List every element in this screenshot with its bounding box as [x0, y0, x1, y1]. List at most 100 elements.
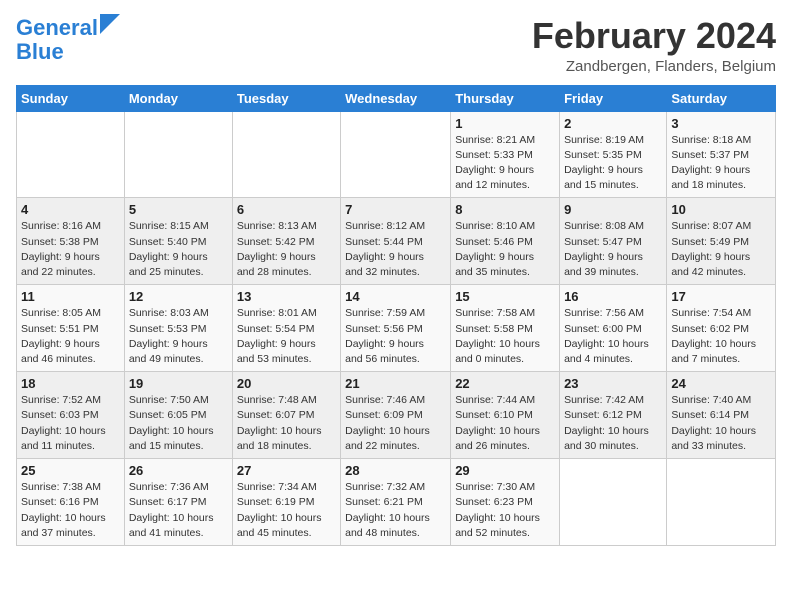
day-info: Sunrise: 7:46 AM Sunset: 6:09 PM Dayligh…: [345, 393, 446, 454]
day-info: Sunrise: 8:01 AM Sunset: 5:54 PM Dayligh…: [237, 306, 336, 367]
day-number: 10: [671, 202, 771, 217]
day-number: 26: [129, 463, 228, 478]
calendar-day-cell: [341, 111, 451, 198]
calendar-week-row: 18 Sunrise: 7:52 AM Sunset: 6:03 PM Dayli…: [17, 372, 776, 459]
day-info: Sunrise: 7:42 AM Sunset: 6:12 PM Dayligh…: [564, 393, 662, 454]
calendar-day-cell: 5 Sunrise: 8:15 AM Sunset: 5:40 PM Daylig…: [124, 198, 232, 285]
calendar-day-cell: 23 Sunrise: 7:42 AM Sunset: 6:12 PM Dayli…: [560, 372, 667, 459]
day-info: Sunrise: 7:48 AM Sunset: 6:07 PM Dayligh…: [237, 393, 336, 454]
calendar-day-cell: 20 Sunrise: 7:48 AM Sunset: 6:07 PM Dayli…: [232, 372, 340, 459]
calendar-day-cell: 12 Sunrise: 8:03 AM Sunset: 5:53 PM Dayli…: [124, 285, 232, 372]
day-number: 3: [671, 116, 771, 131]
calendar-day-cell: 25 Sunrise: 7:38 AM Sunset: 6:16 PM Dayli…: [17, 459, 125, 546]
day-info: Sunrise: 7:58 AM Sunset: 5:58 PM Dayligh…: [455, 306, 555, 367]
day-number: 12: [129, 289, 228, 304]
day-info: Sunrise: 8:08 AM Sunset: 5:47 PM Dayligh…: [564, 219, 662, 280]
month-title: February 2024: [532, 16, 776, 56]
calendar-day-cell: 26 Sunrise: 7:36 AM Sunset: 6:17 PM Dayli…: [124, 459, 232, 546]
day-info: Sunrise: 8:07 AM Sunset: 5:49 PM Dayligh…: [671, 219, 771, 280]
calendar-day-cell: 22 Sunrise: 7:44 AM Sunset: 6:10 PM Dayli…: [451, 372, 560, 459]
day-number: 2: [564, 116, 662, 131]
title-area: February 2024 Zandbergen, Flanders, Belg…: [532, 16, 776, 75]
day-of-week-header: Sunday: [17, 85, 125, 111]
calendar-day-cell: [124, 111, 232, 198]
calendar-day-cell: 18 Sunrise: 7:52 AM Sunset: 6:03 PM Dayli…: [17, 372, 125, 459]
day-of-week-header: Tuesday: [232, 85, 340, 111]
day-number: 21: [345, 376, 446, 391]
day-info: Sunrise: 8:05 AM Sunset: 5:51 PM Dayligh…: [21, 306, 120, 367]
day-info: Sunrise: 7:52 AM Sunset: 6:03 PM Dayligh…: [21, 393, 120, 454]
day-number: 6: [237, 202, 336, 217]
day-number: 24: [671, 376, 771, 391]
day-number: 11: [21, 289, 120, 304]
day-number: 8: [455, 202, 555, 217]
day-info: Sunrise: 8:13 AM Sunset: 5:42 PM Dayligh…: [237, 219, 336, 280]
day-info: Sunrise: 7:38 AM Sunset: 6:16 PM Dayligh…: [21, 480, 120, 541]
day-number: 9: [564, 202, 662, 217]
calendar-day-cell: 3 Sunrise: 8:18 AM Sunset: 5:37 PM Daylig…: [667, 111, 776, 198]
calendar-day-cell: [17, 111, 125, 198]
calendar: SundayMondayTuesdayWednesdayThursdayFrid…: [16, 85, 776, 546]
calendar-day-cell: 27 Sunrise: 7:34 AM Sunset: 6:19 PM Dayli…: [232, 459, 340, 546]
calendar-day-cell: 9 Sunrise: 8:08 AM Sunset: 5:47 PM Daylig…: [560, 198, 667, 285]
calendar-day-cell: 7 Sunrise: 8:12 AM Sunset: 5:44 PM Daylig…: [341, 198, 451, 285]
day-info: Sunrise: 7:36 AM Sunset: 6:17 PM Dayligh…: [129, 480, 228, 541]
calendar-day-cell: 2 Sunrise: 8:19 AM Sunset: 5:35 PM Daylig…: [560, 111, 667, 198]
day-info: Sunrise: 8:12 AM Sunset: 5:44 PM Dayligh…: [345, 219, 446, 280]
day-info: Sunrise: 7:54 AM Sunset: 6:02 PM Dayligh…: [671, 306, 771, 367]
day-number: 18: [21, 376, 120, 391]
logo: General Blue: [16, 16, 120, 64]
day-number: 16: [564, 289, 662, 304]
day-number: 5: [129, 202, 228, 217]
day-info: Sunrise: 8:18 AM Sunset: 5:37 PM Dayligh…: [671, 133, 771, 194]
page: General Blue February 2024 Zandbergen, F…: [0, 0, 792, 556]
day-info: Sunrise: 8:21 AM Sunset: 5:33 PM Dayligh…: [455, 133, 555, 194]
day-of-week-header: Thursday: [451, 85, 560, 111]
calendar-day-cell: 6 Sunrise: 8:13 AM Sunset: 5:42 PM Daylig…: [232, 198, 340, 285]
calendar-day-cell: 16 Sunrise: 7:56 AM Sunset: 6:00 PM Dayli…: [560, 285, 667, 372]
day-number: 1: [455, 116, 555, 131]
calendar-day-cell: 1 Sunrise: 8:21 AM Sunset: 5:33 PM Daylig…: [451, 111, 560, 198]
day-number: 15: [455, 289, 555, 304]
day-number: 4: [21, 202, 120, 217]
day-info: Sunrise: 7:56 AM Sunset: 6:00 PM Dayligh…: [564, 306, 662, 367]
day-number: 27: [237, 463, 336, 478]
day-info: Sunrise: 8:19 AM Sunset: 5:35 PM Dayligh…: [564, 133, 662, 194]
calendar-day-cell: [560, 459, 667, 546]
day-number: 17: [671, 289, 771, 304]
calendar-week-row: 25 Sunrise: 7:38 AM Sunset: 6:16 PM Dayli…: [17, 459, 776, 546]
day-of-week-header: Wednesday: [341, 85, 451, 111]
logo-arrow-icon: [100, 14, 120, 34]
calendar-day-cell: 4 Sunrise: 8:16 AM Sunset: 5:38 PM Daylig…: [17, 198, 125, 285]
day-number: 14: [345, 289, 446, 304]
calendar-day-cell: 19 Sunrise: 7:50 AM Sunset: 6:05 PM Dayli…: [124, 372, 232, 459]
logo-text: General: [16, 16, 98, 40]
logo-blue-text: Blue: [16, 40, 64, 64]
day-number: 23: [564, 376, 662, 391]
day-info: Sunrise: 7:50 AM Sunset: 6:05 PM Dayligh…: [129, 393, 228, 454]
header: General Blue February 2024 Zandbergen, F…: [16, 16, 776, 75]
calendar-day-cell: 8Sunrise: 8:10 AM Sunset: 5:46 PM Daylig…: [451, 198, 560, 285]
day-info: Sunrise: 7:32 AM Sunset: 6:21 PM Dayligh…: [345, 480, 446, 541]
day-info: Sunrise: 7:44 AM Sunset: 6:10 PM Dayligh…: [455, 393, 555, 454]
day-info: Sunrise: 8:03 AM Sunset: 5:53 PM Dayligh…: [129, 306, 228, 367]
day-number: 13: [237, 289, 336, 304]
day-of-week-header: Friday: [560, 85, 667, 111]
day-info: Sunrise: 8:16 AM Sunset: 5:38 PM Dayligh…: [21, 219, 120, 280]
day-number: 22: [455, 376, 555, 391]
calendar-day-cell: 24 Sunrise: 7:40 AM Sunset: 6:14 PM Dayli…: [667, 372, 776, 459]
calendar-day-cell: 21 Sunrise: 7:46 AM Sunset: 6:09 PM Dayli…: [341, 372, 451, 459]
day-of-week-header: Saturday: [667, 85, 776, 111]
day-info: Sunrise: 7:59 AM Sunset: 5:56 PM Dayligh…: [345, 306, 446, 367]
day-number: 20: [237, 376, 336, 391]
day-number: 19: [129, 376, 228, 391]
day-number: 7: [345, 202, 446, 217]
day-info: Sunrise: 7:40 AM Sunset: 6:14 PM Dayligh…: [671, 393, 771, 454]
day-info: Sunrise: 7:34 AM Sunset: 6:19 PM Dayligh…: [237, 480, 336, 541]
calendar-day-cell: 13 Sunrise: 8:01 AM Sunset: 5:54 PM Dayli…: [232, 285, 340, 372]
calendar-day-cell: 28Sunrise: 7:32 AM Sunset: 6:21 PM Dayli…: [341, 459, 451, 546]
day-info: Sunrise: 8:15 AM Sunset: 5:40 PM Dayligh…: [129, 219, 228, 280]
calendar-week-row: 4 Sunrise: 8:16 AM Sunset: 5:38 PM Daylig…: [17, 198, 776, 285]
day-number: 25: [21, 463, 120, 478]
day-of-week-header: Monday: [124, 85, 232, 111]
